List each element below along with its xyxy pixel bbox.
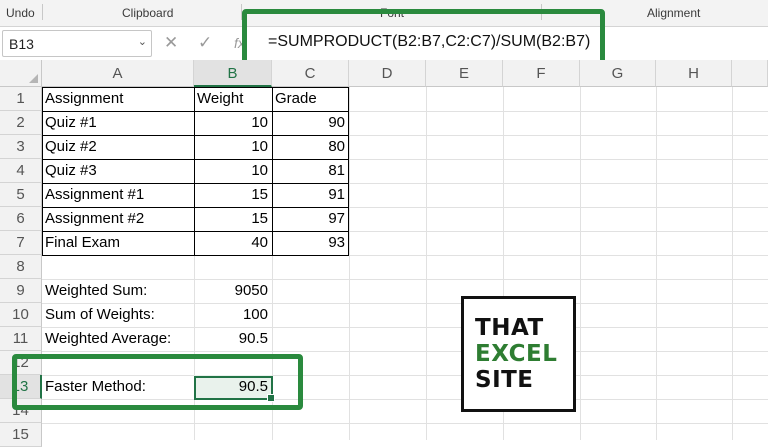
ribbon-group-font[interactable]: Font <box>380 6 404 20</box>
row-header-7[interactable]: 7 <box>0 231 42 255</box>
cell-a7[interactable]: Final Exam <box>42 231 194 255</box>
column-header-h[interactable]: H <box>656 60 732 87</box>
cell-b9[interactable]: 9050 <box>194 279 272 303</box>
row-header-6[interactable]: 6 <box>0 207 42 231</box>
cell-c7[interactable]: 93 <box>272 231 349 255</box>
ribbon-separator <box>42 4 43 20</box>
cell-b5[interactable]: 15 <box>194 183 272 207</box>
cell-b1[interactable]: Weight <box>194 87 272 111</box>
row-header-11[interactable]: 11 <box>0 327 42 351</box>
column-header-i[interactable] <box>732 60 768 87</box>
gridline <box>580 87 581 440</box>
chevron-down-icon[interactable]: ⌄ <box>138 35 147 48</box>
cell-a9[interactable]: Weighted Sum: <box>42 279 194 303</box>
cell-a5[interactable]: Assignment #1 <box>42 183 194 207</box>
column-header-a[interactable]: A <box>42 60 194 87</box>
cell-b2[interactable]: 10 <box>194 111 272 135</box>
column-header-c[interactable]: C <box>272 60 349 87</box>
cell-a1[interactable]: Assignment <box>42 87 194 111</box>
select-all-triangle-icon <box>29 74 38 83</box>
selected-cell-outline <box>194 376 275 402</box>
row-header-5[interactable]: 5 <box>0 183 42 207</box>
row-header-9[interactable]: 9 <box>0 279 42 303</box>
table-border <box>42 255 349 256</box>
name-box[interactable]: B13 ⌄ <box>2 30 152 57</box>
column-header-f[interactable]: F <box>503 60 580 87</box>
cell-a10[interactable]: Sum of Weights: <box>42 303 194 327</box>
cell-b10[interactable]: 100 <box>194 303 272 327</box>
row-header-3[interactable]: 3 <box>0 135 42 159</box>
cell-b3[interactable]: 10 <box>194 135 272 159</box>
formula-bar: B13 ⌄ ✕ ✓ fx =SUMPRODUCT(B2:B7,C2:C7)/SU… <box>0 27 768 61</box>
cell-c4[interactable]: 81 <box>272 159 349 183</box>
cell-b4[interactable]: 10 <box>194 159 272 183</box>
gridline <box>42 351 768 352</box>
logo-word-site: SITE <box>475 367 534 393</box>
row-header-13[interactable]: 13 <box>0 375 42 399</box>
fill-handle[interactable] <box>267 394 275 402</box>
gridline <box>42 423 768 424</box>
gridline <box>732 87 733 440</box>
cell-a2[interactable]: Quiz #1 <box>42 111 194 135</box>
cell-a13[interactable]: Faster Method: <box>42 375 194 399</box>
that-excel-site-logo: THAT EXCEL SITE <box>461 296 576 412</box>
ribbon-group-alignment[interactable]: Alignment <box>647 6 700 20</box>
row-header-14[interactable]: 14 <box>0 399 42 423</box>
row-header-1[interactable]: 1 <box>0 87 42 111</box>
cancel-icon[interactable]: ✕ <box>164 33 178 53</box>
cell-a3[interactable]: Quiz #2 <box>42 135 194 159</box>
logo-word-that: THAT <box>475 315 544 341</box>
ribbon-separator <box>541 4 542 20</box>
gridline <box>42 399 768 400</box>
cell-a11[interactable]: Weighted Average: <box>42 327 194 351</box>
gridline <box>426 87 427 440</box>
ribbon-group-clipboard[interactable]: Clipboard <box>122 6 173 20</box>
row-header-10[interactable]: 10 <box>0 303 42 327</box>
cell-c1[interactable]: Grade <box>272 87 349 111</box>
row-header-15[interactable]: 15 <box>0 423 42 447</box>
formula-text: =SUMPRODUCT(B2:B7,C2:C7)/SUM(B2:B7) <box>268 33 591 50</box>
name-box-value: B13 <box>9 36 34 52</box>
column-header-e[interactable]: E <box>426 60 503 87</box>
row-header-8[interactable]: 8 <box>0 255 42 279</box>
cell-c2[interactable]: 90 <box>272 111 349 135</box>
column-header-g[interactable]: G <box>580 60 656 87</box>
row-header-4[interactable]: 4 <box>0 159 42 183</box>
formula-input[interactable]: =SUMPRODUCT(B2:B7,C2:C7)/SUM(B2:B7) <box>260 27 768 59</box>
cell-b11[interactable]: 90.5 <box>194 327 272 351</box>
row-header-12[interactable]: 12 <box>0 351 42 375</box>
cell-c6[interactable]: 97 <box>272 207 349 231</box>
gridline <box>349 87 350 440</box>
cell-a4[interactable]: Quiz #3 <box>42 159 194 183</box>
row-header-2[interactable]: 2 <box>0 111 42 135</box>
cell-c3[interactable]: 80 <box>272 135 349 159</box>
function-icon[interactable]: fx <box>234 35 245 51</box>
ribbon: Undo Clipboard Font Alignment <box>0 0 768 27</box>
cell-b6[interactable]: 15 <box>194 207 272 231</box>
column-header-b[interactable]: B <box>194 60 272 87</box>
ribbon-separator <box>241 4 242 20</box>
cell-c5[interactable]: 91 <box>272 183 349 207</box>
gridline <box>656 87 657 440</box>
cell-a6[interactable]: Assignment #2 <box>42 207 194 231</box>
column-header-d[interactable]: D <box>349 60 426 87</box>
logo-word-excel: EXCEL <box>475 341 558 367</box>
select-all-button[interactable] <box>0 60 42 87</box>
enter-check-icon[interactable]: ✓ <box>198 33 212 53</box>
cell-b7[interactable]: 40 <box>194 231 272 255</box>
ribbon-group-undo[interactable]: Undo <box>6 6 35 20</box>
